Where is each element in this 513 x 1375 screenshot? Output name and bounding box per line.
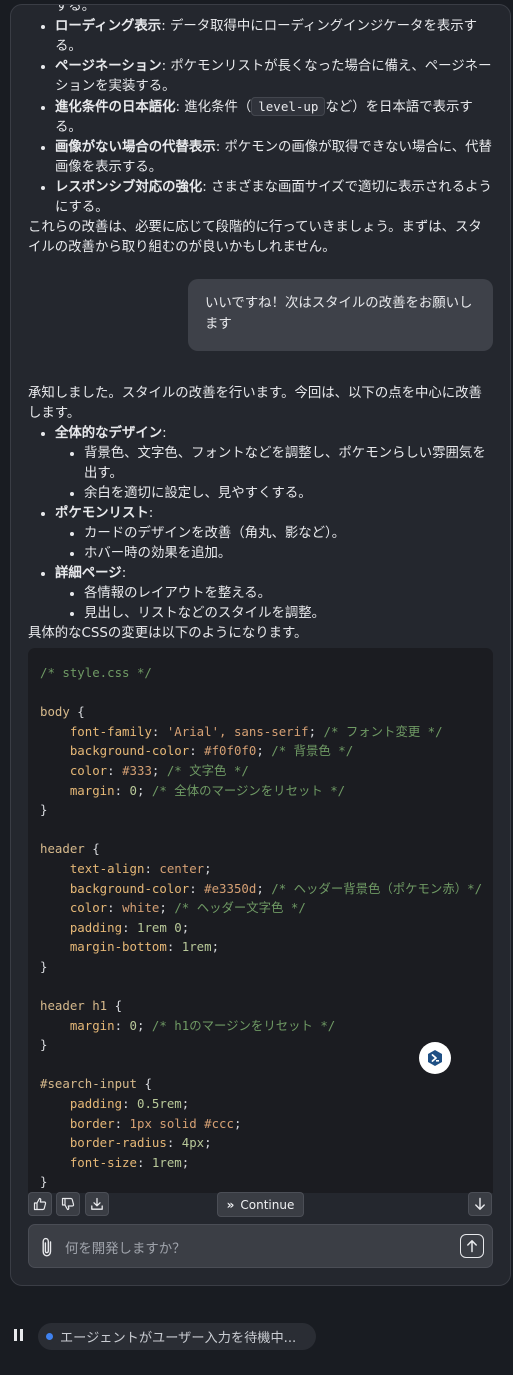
sublist: 各情報のレイアウトを整える。 見出し、リストなどのスタイルを調整。 bbox=[55, 584, 494, 624]
message-toolbar: » Continue bbox=[28, 1191, 494, 1219]
plan-list: 全体的なデザイン: 背景色、文字色、フォントなどを調整し、ポケモンらしい雰囲気を… bbox=[28, 424, 494, 624]
thumbs-up-icon bbox=[33, 1197, 47, 1211]
paperclip-icon bbox=[42, 1237, 52, 1257]
list-item: 進化条件の日本語化: 進化条件（level-upなど）を日本語で表示する。 bbox=[55, 97, 492, 138]
attach-button[interactable] bbox=[39, 1236, 55, 1262]
list-item: 背景色、文字色、フォントなどを調整し、ポケモンらしい雰囲気を出す。 bbox=[84, 444, 494, 484]
sublist: 背景色、文字色、フォントなどを調整し、ポケモンらしい雰囲気を出す。 余白を適切に… bbox=[55, 444, 494, 504]
prompt-placeholder: 何を開発しますか？ bbox=[65, 1242, 186, 1257]
thumbs-up-button[interactable] bbox=[28, 1192, 52, 1216]
list-item: レスポンシブ対応の強化: さまざまな画面サイズで適切に表示されるようにする。 bbox=[55, 178, 492, 218]
code-block[interactable]: /* style.css */ body { font-family: 'Ari… bbox=[28, 648, 493, 1193]
inline-code: level-up bbox=[251, 97, 326, 116]
list-item: する。 bbox=[55, 5, 96, 14]
send-button[interactable] bbox=[460, 1234, 484, 1258]
status-dot-icon bbox=[46, 1333, 53, 1340]
assistant-message-1: する。 ローディング表示: データ取得中にローディングインジケータを表示する。 … bbox=[28, 5, 492, 258]
list-item: 画像がない場合の代替表示: ポケモンの画像が取得できない場合に、代替画像を表示す… bbox=[55, 138, 492, 178]
arrow-up-icon bbox=[467, 1240, 477, 1253]
pause-button[interactable] bbox=[14, 1329, 24, 1343]
double-chevron-right-icon: » bbox=[226, 1197, 235, 1212]
assistant-message-2: 承知しました。スタイルの改善を行います。今回は、以下の点を中心に改善します。 全… bbox=[28, 384, 494, 644]
code-content: /* style.css */ body { font-family: 'Ari… bbox=[40, 665, 483, 1190]
arrow-down-icon bbox=[475, 1197, 485, 1210]
sublist: カードのデザインを改善（角丸、影など）。 ホバー時の効果を追加。 bbox=[55, 524, 494, 564]
list-item: 詳細ページ: 各情報のレイアウトを整える。 見出し、リストなどのスタイルを調整。 bbox=[55, 564, 494, 624]
list-item: 各情報のレイアウトを整える。 bbox=[84, 584, 494, 604]
scroll-down-button[interactable] bbox=[468, 1192, 492, 1216]
list-item: ローディング表示: データ取得中にローディングインジケータを表示する。 bbox=[55, 17, 492, 57]
list-item: 見出し、リストなどのスタイルを調整。 bbox=[84, 604, 494, 624]
thumbs-down-icon bbox=[61, 1197, 75, 1211]
list-item: カードのデザインを改善（角丸、影など）。 bbox=[84, 524, 494, 544]
list-item: 全体的なデザイン: 背景色、文字色、フォントなどを調整し、ポケモンらしい雰囲気を… bbox=[55, 424, 494, 504]
improvement-list: する。 ローディング表示: データ取得中にローディングインジケータを表示する。 … bbox=[28, 5, 492, 218]
list-item: ポケモンリスト: カードのデザインを改善（角丸、影など）。 ホバー時の効果を追加… bbox=[55, 504, 494, 564]
outro-paragraph: 具体的なCSSの変更は以下のようになります。 bbox=[28, 626, 308, 641]
closing-paragraph: これらの改善は、必要に応じて段階的に行っていきましょう。まずは、スタイルの改善か… bbox=[28, 220, 482, 255]
list-item: ページネーション: ポケモンリストが長くなった場合に備え、ページネーションを実装… bbox=[55, 57, 492, 97]
assistant-bot-button[interactable] bbox=[419, 1042, 451, 1074]
user-message: いいですね！次はスタイルの改善をお願いします bbox=[188, 279, 493, 351]
bot-icon bbox=[428, 1050, 442, 1066]
continue-button[interactable]: » Continue bbox=[217, 1192, 304, 1217]
agent-status-bar: エージェントがユーザー入力を待機中... bbox=[14, 1323, 316, 1350]
prompt-input-box[interactable]: 何を開発しますか？ bbox=[28, 1224, 493, 1268]
chat-panel: する。 ローディング表示: データ取得中にローディングインジケータを表示する。 … bbox=[10, 4, 511, 1286]
pause-icon bbox=[14, 1329, 17, 1341]
message-list: する。 ローディング表示: データ取得中にローディングインジケータを表示する。 … bbox=[11, 5, 510, 1193]
thumbs-down-button[interactable] bbox=[56, 1192, 80, 1216]
list-item: 余白を適切に設定し、見やすくする。 bbox=[84, 484, 494, 504]
download-icon bbox=[91, 1197, 103, 1210]
download-button[interactable] bbox=[85, 1192, 109, 1216]
list-item: ホバー時の効果を追加。 bbox=[84, 544, 494, 564]
status-badge: エージェントがユーザー入力を待機中... bbox=[38, 1323, 316, 1350]
intro-paragraph: 承知しました。スタイルの改善を行います。今回は、以下の点を中心に改善します。 bbox=[28, 386, 482, 421]
